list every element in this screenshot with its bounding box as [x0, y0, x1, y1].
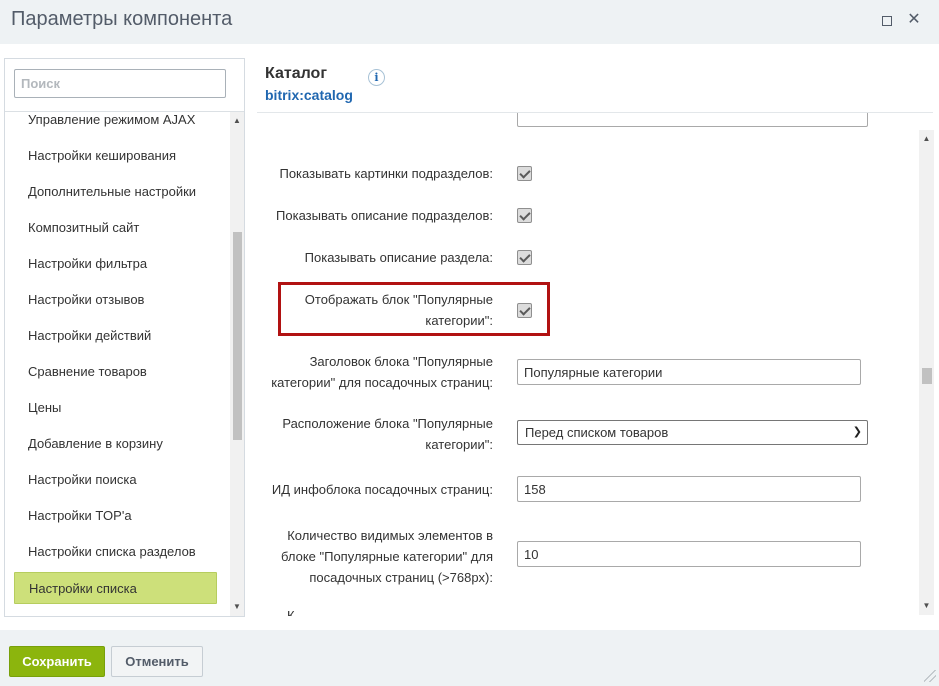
maximize-icon[interactable] — [876, 10, 896, 30]
setting-label: Количество видимых элементов в блоке "По… — [281, 528, 493, 585]
sidebar-item-search[interactable]: Настройки поиска — [14, 464, 217, 496]
sidebar-list: Управление режимом AJAX Настройки кеширо… — [5, 112, 230, 616]
scroll-down-icon[interactable]: ▼ — [230, 600, 244, 614]
sidebar: Управление режимом AJAX Настройки кеширо… — [4, 58, 245, 617]
sidebar-item-composite[interactable]: Композитный сайт — [14, 212, 217, 244]
sidebar-item-top[interactable]: Настройки TOP'a — [14, 500, 217, 532]
settings-scrollbar[interactable]: ▲ ▼ — [919, 130, 934, 615]
cancel-button[interactable]: Отменить — [111, 646, 203, 677]
sidebar-item-compare[interactable]: Сравнение товаров — [14, 356, 217, 388]
title-bar[interactable]: Параметры компонента ✕ — [0, 0, 939, 44]
scroll-down-icon[interactable]: ▼ — [919, 599, 934, 613]
setting-label-cut-off: К — [287, 608, 295, 616]
sidebar-item-additional[interactable]: Дополнительные настройки — [14, 176, 217, 208]
show-popular-block-checkbox[interactable] — [517, 303, 532, 318]
info-icon[interactable]: i — [368, 69, 385, 86]
visible-count-input[interactable] — [517, 541, 861, 567]
sidebar-item-sections-list[interactable]: Настройки списка разделов — [14, 536, 217, 568]
dialog-title: Параметры компонента — [11, 8, 233, 30]
setting-label: ИД инфоблока посадочных страниц: — [271, 482, 493, 497]
sidebar-item-ajax[interactable]: Управление режимом AJAX — [14, 112, 217, 136]
component-code: bitrix:catalog — [265, 87, 353, 103]
setting-label: Отображать блок "Популярные категории": — [304, 292, 493, 328]
close-icon[interactable]: ✕ — [904, 10, 924, 30]
cut-off-field[interactable] — [517, 113, 868, 127]
landing-iblock-id-input[interactable] — [517, 476, 861, 502]
sidebar-search-input[interactable] — [14, 69, 226, 98]
show-subsection-desc-checkbox[interactable] — [517, 208, 532, 223]
show-section-desc-checkbox[interactable] — [517, 250, 532, 265]
setting-label: Показывать описание подразделов: — [276, 208, 493, 223]
save-button[interactable]: Сохранить — [9, 646, 105, 677]
settings-panel: Показывать картинки подразделов: Показыв… — [257, 113, 919, 616]
sidebar-item-basket[interactable]: Добавление в корзину — [14, 428, 217, 460]
setting-label: Расположение блока "Популярные категории… — [282, 416, 493, 452]
scroll-up-icon[interactable]: ▲ — [230, 114, 244, 128]
dialog-footer: Сохранить Отменить — [0, 630, 939, 686]
component-parameters-dialog: Параметры компонента ✕ Управление режимо… — [0, 0, 939, 686]
sidebar-scrollbar[interactable]: ▲ ▼ — [230, 112, 244, 616]
setting-label: Заголовок блока "Популярные категории" д… — [271, 354, 493, 390]
show-section-pictures-checkbox[interactable] — [517, 166, 532, 181]
settings-scroll-thumb[interactable] — [922, 368, 932, 384]
sidebar-item-list[interactable]: Настройки списка — [14, 572, 217, 604]
sidebar-scroll-thumb[interactable] — [233, 232, 242, 440]
popular-title-input[interactable] — [517, 359, 861, 385]
resize-grip-icon[interactable] — [924, 670, 936, 682]
component-title: Каталог — [265, 65, 327, 82]
setting-label: Показывать описание раздела: — [304, 250, 493, 265]
sidebar-item-prices[interactable]: Цены — [14, 392, 217, 424]
sidebar-item-reviews[interactable]: Настройки отзывов — [14, 284, 217, 316]
popular-position-select[interactable]: Перед списком товаров ❯ — [517, 420, 868, 445]
select-value: Перед списком товаров — [525, 425, 669, 440]
sidebar-item-cache[interactable]: Настройки кеширования — [14, 140, 217, 172]
scroll-up-icon[interactable]: ▲ — [919, 132, 934, 146]
chevron-down-icon: ❯ — [852, 426, 862, 438]
sidebar-item-actions[interactable]: Настройки действий — [14, 320, 217, 352]
sidebar-item-filter[interactable]: Настройки фильтра — [14, 248, 217, 280]
setting-label: Показывать картинки подразделов: — [279, 166, 493, 181]
